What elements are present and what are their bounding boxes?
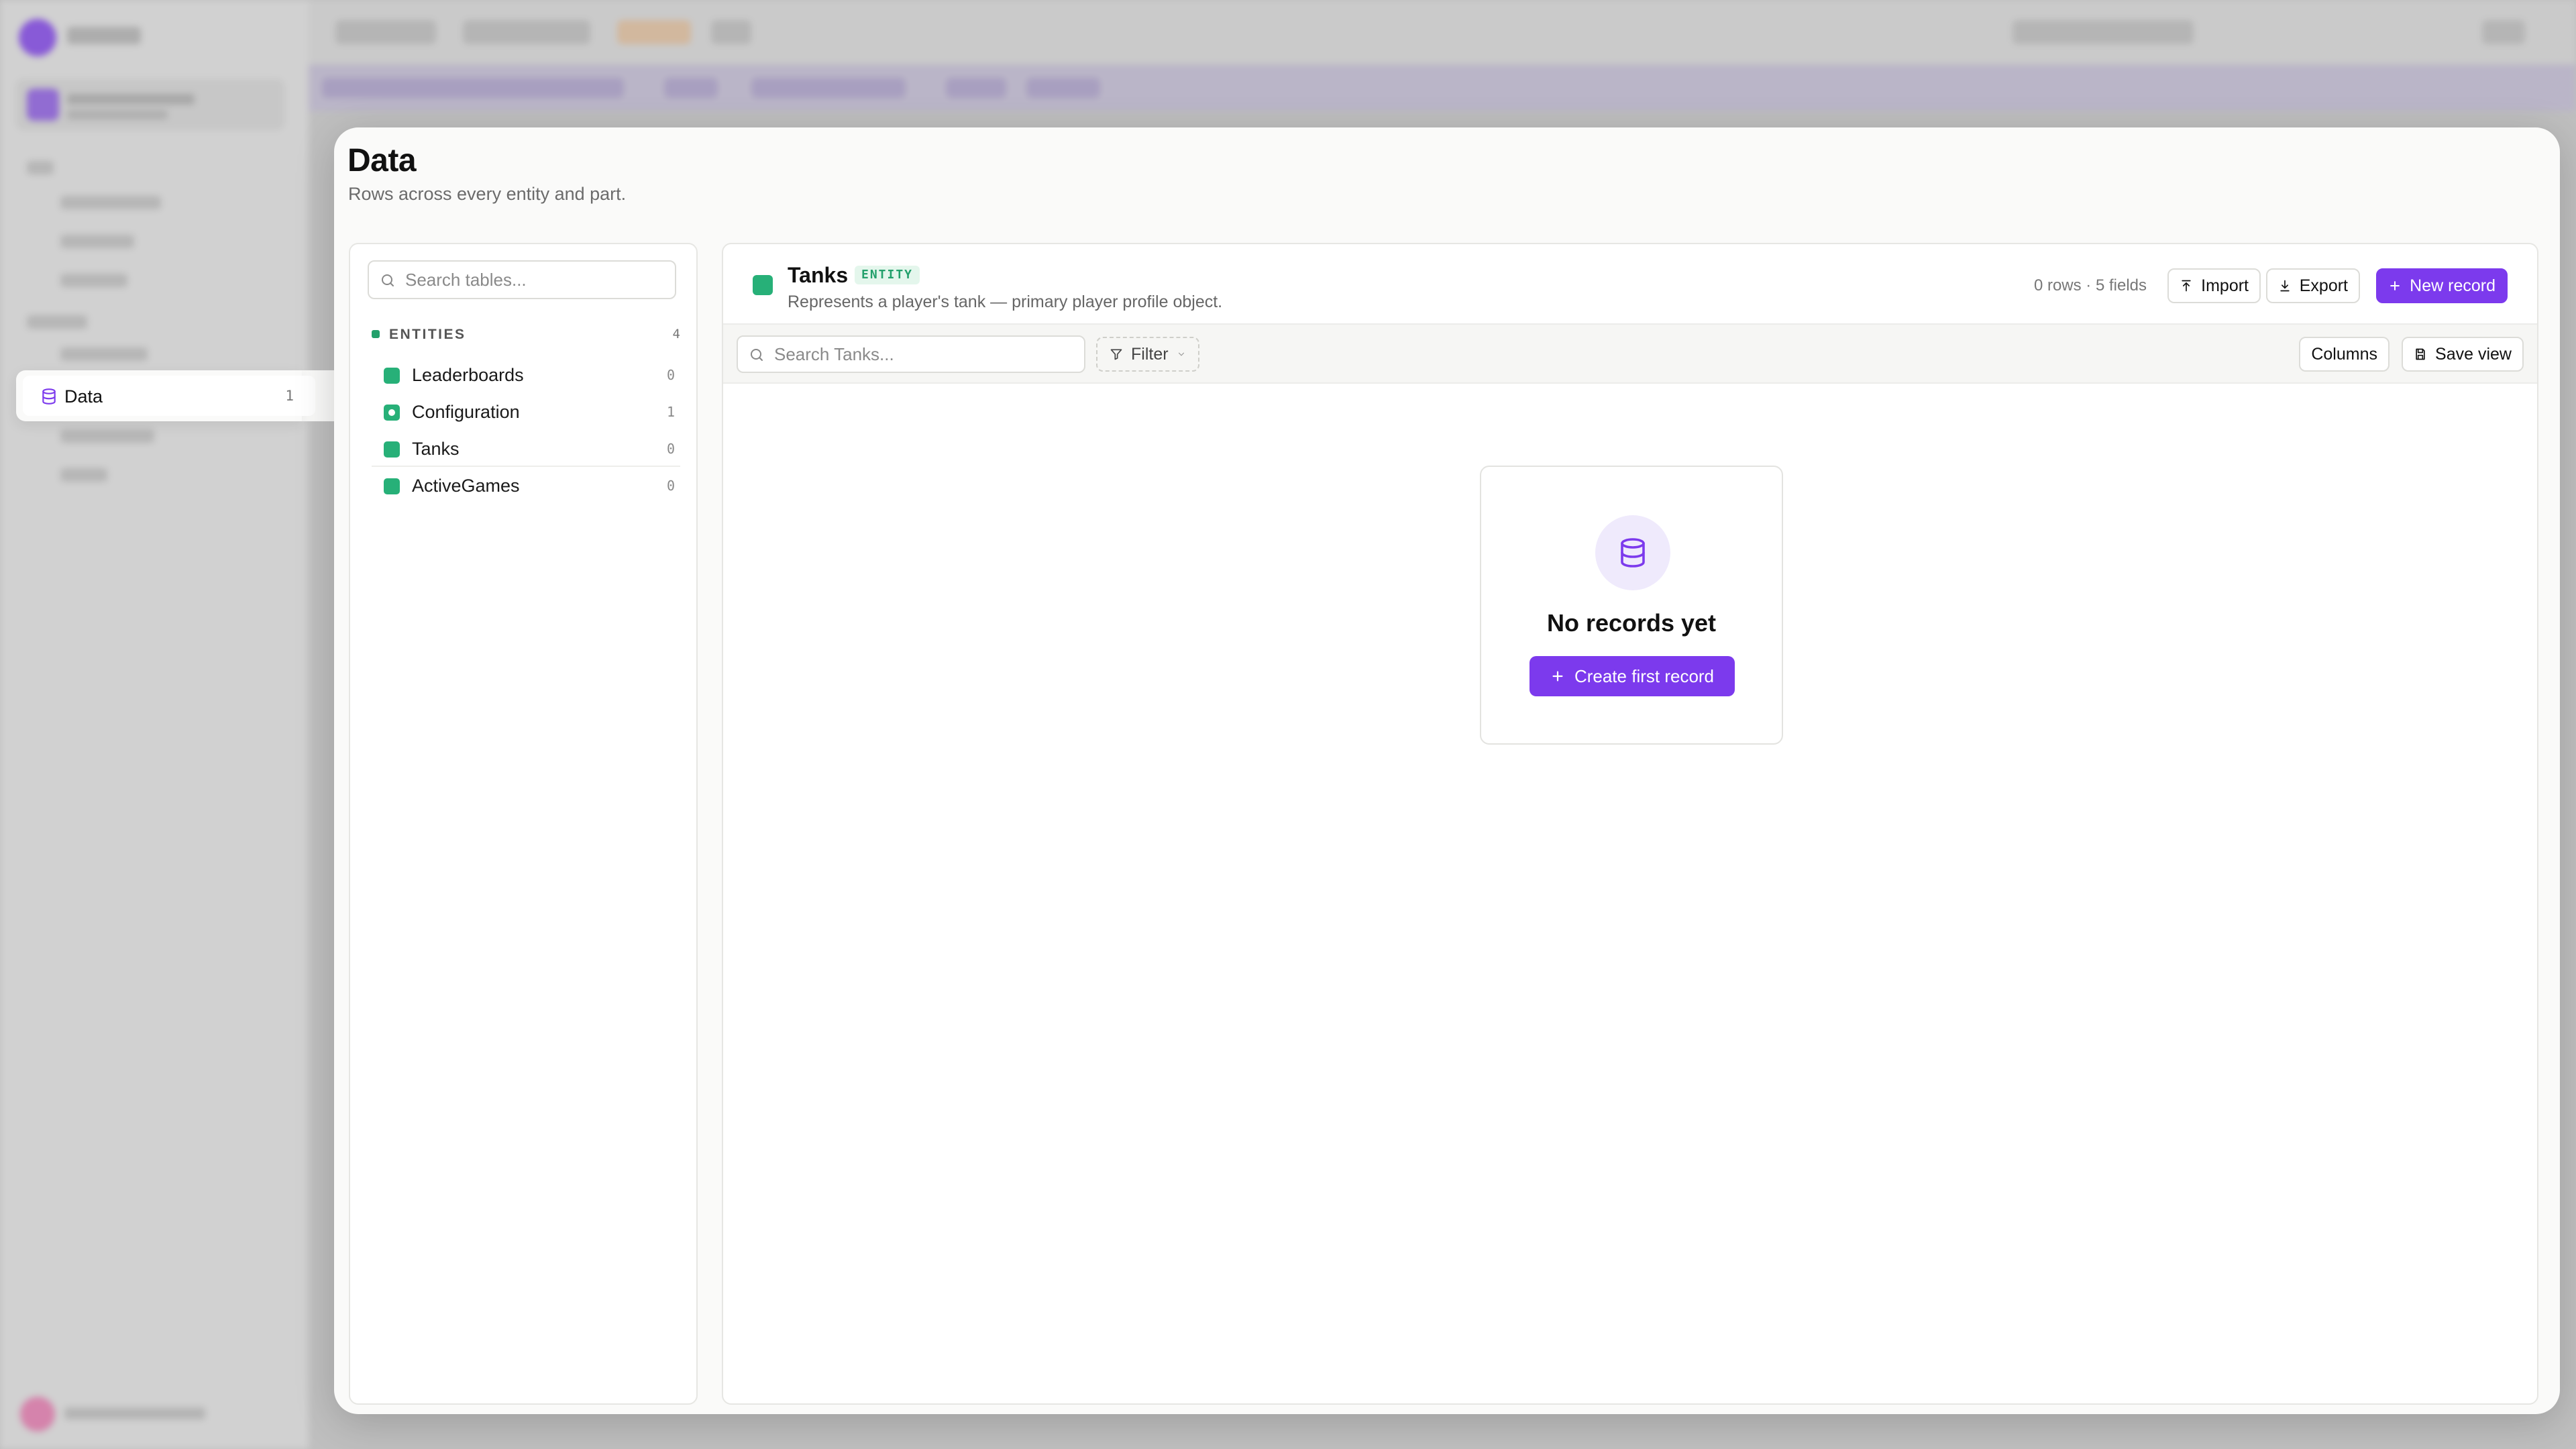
table-name: Leaderboards — [412, 365, 524, 385]
table-header: Tanks ENTITY Represents a player's tank … — [723, 244, 2537, 323]
export-button[interactable]: Export — [2265, 268, 2360, 303]
export-label: Export — [2299, 276, 2348, 295]
table-meta: 0 rows · 5 fields — [2033, 276, 2147, 294]
sidebar-item-data[interactable]: Data 1 — [16, 370, 315, 421]
columns-label: Columns — [2311, 344, 2377, 364]
empty-state-title: No records yet — [1546, 609, 1717, 637]
entity-color-swatch — [384, 368, 400, 384]
database-icon — [42, 388, 56, 405]
sidebar-item-data-inner[interactable]: Data 1 — [23, 376, 315, 416]
filter-button[interactable]: Filter — [1096, 337, 1199, 372]
new-record-label: New record — [2410, 276, 2496, 295]
entities-section-header[interactable]: ENTITIES 4 — [372, 325, 680, 345]
section-label: ENTITIES — [389, 327, 466, 342]
table-name: ActiveGames — [412, 476, 520, 496]
plus-icon — [2390, 281, 2400, 290]
entity-color-swatch — [384, 405, 400, 421]
save-icon — [2416, 348, 2425, 360]
columns-button[interactable]: Columns — [2299, 337, 2390, 372]
create-first-record-label: Create first record — [1574, 665, 1715, 686]
save-view-label: Save view — [2435, 344, 2512, 364]
tables-search-input[interactable] — [405, 262, 667, 298]
plus-icon — [1552, 671, 1563, 682]
table-toolbar: Filter Columns Save view — [723, 323, 2537, 384]
table-row-count: 0 — [666, 441, 675, 457]
table-name: Tanks — [412, 439, 460, 459]
download-icon — [2280, 280, 2290, 292]
table-row-count: 0 — [666, 367, 675, 383]
table-list-item-selected[interactable]: Tanks 0 — [372, 431, 680, 467]
records-search-input[interactable] — [774, 337, 1076, 372]
table-description: Represents a player's tank — primary pla… — [788, 292, 1223, 311]
save-view-button[interactable]: Save view — [2402, 337, 2524, 372]
table-row-count: 0 — [666, 478, 675, 494]
empty-state-card: No records yet Create first record — [1480, 466, 1783, 745]
page-title: Data — [347, 143, 417, 178]
entity-color-swatch — [384, 478, 400, 494]
section-dot — [372, 330, 380, 338]
data-modal: Data Rows across every entity and part. … — [334, 127, 2560, 1414]
empty-state-icon-circle — [1595, 515, 1670, 590]
filter-label: Filter — [1131, 344, 1169, 364]
table-view-panel: Tanks ENTITY Represents a player's tank … — [722, 243, 2538, 1405]
page-subtitle: Rows across every entity and part. — [348, 184, 627, 204]
table-list-item[interactable]: Leaderboards 0 — [372, 357, 680, 393]
database-icon — [1621, 538, 1645, 568]
create-first-record-button[interactable]: Create first record — [1529, 656, 1735, 696]
import-button[interactable]: Import — [2167, 268, 2261, 303]
import-label: Import — [2201, 276, 2249, 295]
records-search-box[interactable] — [737, 335, 1085, 373]
filter-icon — [1110, 349, 1122, 360]
table-row-count: 1 — [666, 404, 675, 420]
search-icon — [751, 349, 763, 361]
table-list-item[interactable]: ActiveGames 0 — [372, 468, 680, 504]
chevron-down-icon — [1178, 352, 1184, 356]
entity-color-swatch — [753, 275, 773, 295]
upload-icon — [2182, 280, 2191, 292]
entity-color-swatch — [384, 441, 400, 458]
section-count: 4 — [672, 327, 680, 341]
sidebar-item-count: 1 — [285, 388, 294, 404]
table-name: Configuration — [412, 402, 520, 422]
entity-badge: ENTITY — [855, 266, 920, 284]
tables-search-box[interactable] — [368, 260, 676, 299]
sidebar-item-label: Data — [64, 386, 103, 407]
tables-panel: ENTITIES 4 Leaderboards 0 Configuration … — [349, 243, 698, 1405]
new-record-button[interactable]: New record — [2376, 268, 2508, 303]
table-title: Tanks — [788, 263, 849, 287]
table-list-item[interactable]: Configuration 1 — [372, 394, 680, 430]
search-icon — [382, 274, 394, 286]
